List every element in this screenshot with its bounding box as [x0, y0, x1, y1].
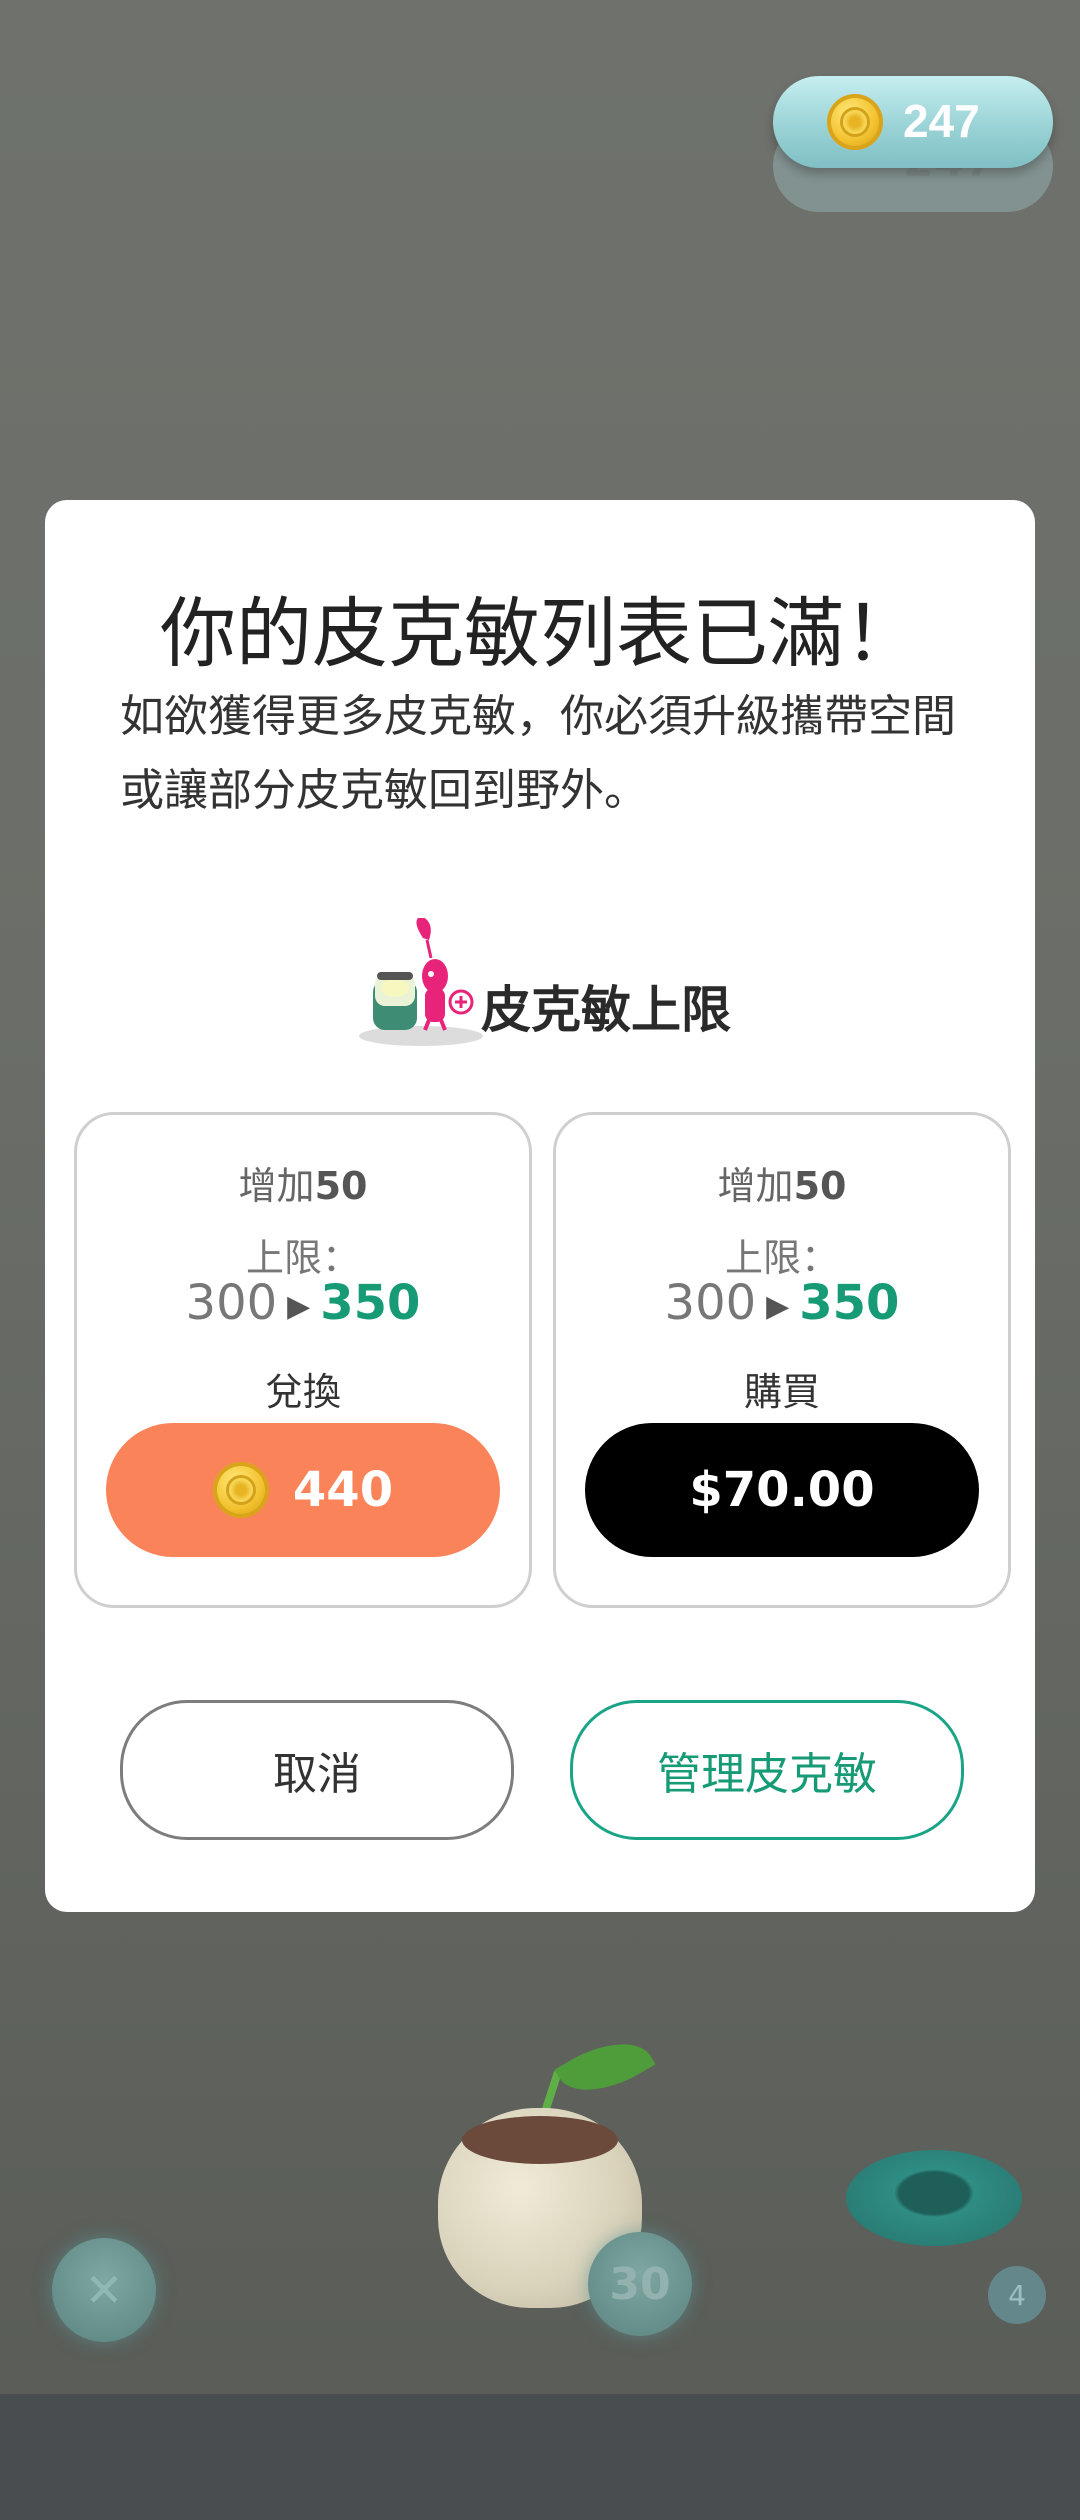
limit-range: 300 ▶ 350: [556, 1275, 1008, 1331]
pikmin-limit-icon: [359, 918, 483, 1046]
increase-text: 增加50: [77, 1155, 529, 1210]
count-badge[interactable]: 30: [588, 2232, 692, 2336]
coin-icon: [212, 1462, 269, 1518]
increase-prefix: 增加: [238, 1164, 315, 1208]
bottom-bar: [0, 2394, 1080, 2520]
count-value: 30: [609, 2258, 671, 2310]
item-count-badge: 4: [988, 2266, 1046, 2324]
cancel-button[interactable]: 取消: [120, 1700, 514, 1840]
pikmin-list-full-dialog: 你的皮克敏列表已滿！ 如欲獲得更多皮克敏，你必須升級攜帶空間或讓部分皮克敏回到野…: [45, 500, 1035, 1912]
exchange-option-card: 增加50 上限： 300 ▶ 350 兌換 440: [74, 1112, 532, 1608]
limit-caption: 上限：: [724, 1236, 839, 1280]
arrow-right-icon: ▶: [287, 1288, 311, 1324]
pikmin-limit-label: 皮克敏上限: [481, 981, 731, 1039]
exchange-label: 兌換: [264, 1370, 341, 1414]
purchase-price: $70.00: [689, 1462, 875, 1518]
limit-range: 300 ▶ 350: [77, 1275, 529, 1331]
close-icon[interactable]: ✕: [52, 2238, 156, 2342]
increase-prefix: 增加: [717, 1164, 794, 1208]
increase-text: 增加50: [556, 1155, 1008, 1210]
limit-to: 350: [320, 1275, 421, 1331]
limit-caption: 上限：: [245, 1236, 360, 1280]
limit-from: 300: [664, 1275, 757, 1331]
exchange-price: 440: [292, 1462, 394, 1518]
coin-counter[interactable]: 247: [773, 76, 1053, 168]
increase-amount: 50: [793, 1164, 847, 1208]
close-glyph: ✕: [84, 2263, 124, 2317]
coin-counter-value: 247: [903, 95, 980, 147]
dialog-title: 你的皮克敏列表已滿！: [160, 589, 920, 678]
increase-amount: 50: [314, 1164, 368, 1208]
limit-to: 350: [799, 1275, 900, 1331]
limit-from: 300: [185, 1275, 278, 1331]
arrow-right-icon: ▶: [766, 1288, 790, 1324]
purchase-option-card: 增加50 上限： 300 ▶ 350 購買 $70.00: [553, 1112, 1011, 1608]
coin-icon: [827, 94, 883, 150]
pot-soil: [462, 2116, 618, 2164]
exchange-button[interactable]: 440: [106, 1423, 500, 1557]
purchase-button[interactable]: $70.00: [585, 1423, 979, 1557]
manage-pikmin-button[interactable]: 管理皮克敏: [570, 1700, 964, 1840]
purchase-label: 購買: [743, 1370, 820, 1414]
dialog-message: 如欲獲得更多皮克敏，你必須升級攜帶空間或讓部分皮克敏回到野外。: [120, 691, 956, 816]
item-count-value: 4: [1008, 2278, 1026, 2312]
plant-leaf: [554, 2024, 656, 2110]
ring-item[interactable]: [846, 2150, 1022, 2246]
